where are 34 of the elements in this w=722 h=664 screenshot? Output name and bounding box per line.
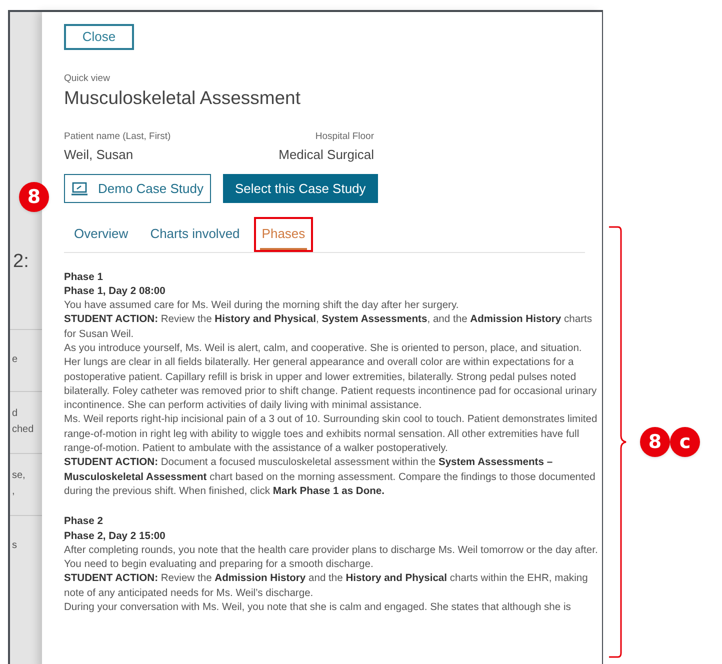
callout-badge: 8 <box>640 427 670 457</box>
panel-title: Musculoskeletal Assessment <box>64 86 302 110</box>
field-label: Patient name (Last, First) <box>64 130 171 144</box>
field-label: Hospital Floor <box>315 130 374 144</box>
phase-title: Phase 1 <box>64 270 104 284</box>
page-heading: 2: <box>12 250 30 274</box>
tab[interactable]: Overview <box>72 224 130 250</box>
field-value: Medical Surgical <box>278 146 374 164</box>
phase-paragraph: Ms. Weil reports right-hip incisional pain of a 3 out of 10. Surrounding skin cool to touch. Patient demonstrates limited range-of-motion in right leg with ability to wiggle toes and exhibits normal sensation. All other extremities have full range-of-motion. Patient to ambulate with the assistance of a walker postoperatively. <box>64 413 598 456</box>
field-value: Weil, Susan <box>64 146 134 164</box>
phase-paragraph: During your conversation with Ms. Weil, you note that she is calm and engaged. She states that although she is <box>64 601 572 616</box>
phase-paragraph: You have assumed care for Ms. Weil during the morning shift the day after her surgery. <box>64 299 460 314</box>
phase-paragraph: STUDENT ACTION: Review the Admission History and the History and Physical charts within the EHR, making note of any anticipated needs for Ms. Weil’s discharge. <box>64 572 589 601</box>
select-button[interactable]: Select this Case Study <box>223 174 378 203</box>
phase-paragraph: After completing rounds, you note that the health care provider plans to discharge Ms. Weil tomorrow or the day after. You need to begin evaluating and preparing for a smooth discharge. <box>64 544 598 572</box>
tab[interactable]: Phases <box>260 224 308 250</box>
tab[interactable]: Charts involved <box>148 224 242 250</box>
row-text: , <box>12 485 16 499</box>
eyebrow-label: Quick view <box>64 72 111 86</box>
phase-subtitle: Phase 1, Day 2 08:00 <box>64 284 166 299</box>
row-text: s <box>12 539 18 553</box>
phase-title: Phase 2 <box>64 515 104 530</box>
demo-button[interactable]: Demo Case Study <box>64 174 211 203</box>
monitor-icon <box>71 182 88 196</box>
row-text: e <box>12 353 19 367</box>
phase-subtitle: Phase 2, Day 2 15:00 <box>64 530 166 544</box>
row-text: d <box>12 407 19 421</box>
phase-paragraph: STUDENT ACTION: Review the History and Physical, System Assessments, and the Admission History charts for Susan Weil. <box>64 313 594 342</box>
callout-badge: c <box>670 427 700 457</box>
row-text: se, <box>12 469 26 483</box>
phase-paragraph: STUDENT ACTION: Document a focused musculoskeletal assessment within the System Assessments – Musculoskeletal Assessment chart based on the morning assessment. Compare the findings to those documented during the previous shift. When finished, click Mark Phase 1 as Done. <box>64 456 596 499</box>
close-button[interactable]: Close <box>64 24 134 50</box>
row-text: ched <box>12 423 35 437</box>
phase-paragraph: As you introduce yourself, Ms. Weil is alert, calm, and cooperative. She is oriented to person, place, and situation. Her lungs are clear in all fields bilaterally. Her general appearance and overall color are within expectations for a postoperative patient. Capillary refill is brisk in upper and lower extremities, bilaterally. Strong pedal pulses noted bilaterally. Foley catheter was removed prior to shift change. Patient requests incontinence pad for occasional urinary incontinence. She can perform activities of daily living with minimal assistance. <box>64 342 598 414</box>
